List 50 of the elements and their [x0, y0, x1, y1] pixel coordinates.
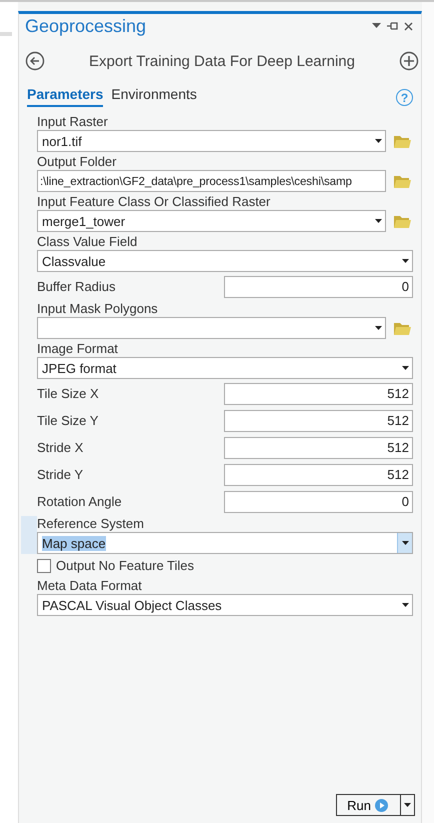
dropdown-field[interactable]	[37, 317, 386, 339]
parameter-label: Input Feature Class Or Classified Raster	[37, 194, 272, 210]
parameter-label: Class Value Field	[37, 234, 138, 250]
parameter-label: Meta Data Format	[37, 578, 143, 594]
caret-icon[interactable]	[404, 803, 411, 807]
parameter-label: Stride X	[37, 440, 84, 456]
dropdown-field[interactable]: merge1_tower	[37, 210, 386, 232]
dropdown-icon[interactable]	[372, 23, 381, 29]
play-icon	[375, 798, 388, 812]
checkbox-label: Output No Feature Tiles	[56, 558, 194, 574]
pin-icon[interactable]	[387, 22, 398, 30]
caret-icon	[374, 219, 382, 223]
checkbox[interactable]	[37, 559, 51, 573]
tab[interactable]: Parameters	[27, 86, 104, 107]
caret-icon	[374, 139, 382, 143]
caret-icon	[374, 326, 382, 330]
side-panel	[0, 32, 12, 36]
parameter-label: Input Raster	[37, 114, 109, 130]
number-field[interactable]: 512	[224, 382, 413, 404]
dropdown-field[interactable]: nor1.tif	[37, 130, 386, 152]
parameter-label: Tile Size X	[37, 386, 99, 402]
caret-icon	[402, 259, 408, 263]
caret-icon	[402, 366, 408, 370]
parameter-label: Reference System	[37, 516, 145, 532]
dropdown-field[interactable]: JPEG format	[37, 357, 413, 379]
number-field[interactable]: 0	[224, 490, 413, 512]
pane-title: Geoprocessing	[25, 16, 146, 36]
caret-icon	[402, 541, 408, 545]
dropdown-field[interactable]: PASCAL Visual Object Classes	[37, 594, 413, 616]
parameter-label: Rotation Angle	[37, 494, 122, 510]
tool-title: Export Training Data For Deep Learning	[89, 52, 355, 70]
parameter-label: Image Format	[37, 341, 119, 357]
number-field[interactable]: 512	[224, 464, 413, 486]
run-button[interactable]: Run	[336, 794, 415, 816]
close-icon[interactable]	[404, 22, 413, 30]
tab[interactable]: Environments	[111, 86, 197, 107]
number-field[interactable]: 512	[224, 410, 413, 432]
number-field[interactable]: 512	[224, 436, 413, 458]
caret-icon	[402, 603, 408, 607]
dropdown-field[interactable]: Map space	[37, 532, 413, 554]
text-field[interactable]: :\line_extraction\GF2_data\pre_process1\samples\ceshi\samp	[37, 170, 386, 192]
parameter-label: Tile Size Y	[37, 412, 98, 428]
parameter-label: Input Mask Polygons	[37, 301, 159, 317]
back-icon[interactable]	[25, 51, 45, 71]
parameter-label: Stride Y	[37, 466, 84, 482]
number-field[interactable]: 0	[224, 276, 413, 298]
add-icon[interactable]	[398, 51, 419, 71]
parameter-label: Output Folder	[37, 154, 118, 170]
parameter-label: Buffer Radius	[37, 278, 116, 294]
dropdown-field[interactable]: Classvalue	[37, 250, 413, 272]
